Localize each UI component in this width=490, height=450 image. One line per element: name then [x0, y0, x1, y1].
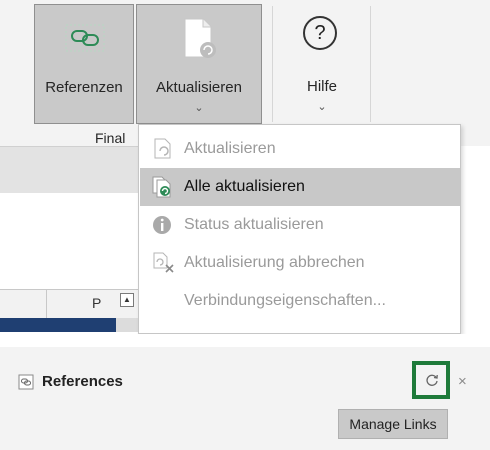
- refresh-links-button[interactable]: [412, 361, 450, 399]
- references-panel: References × Manage Links: [0, 347, 490, 450]
- scroll-track: [116, 318, 138, 332]
- ribbon-divider: [272, 6, 273, 122]
- close-icon[interactable]: ×: [458, 373, 467, 390]
- link-icon: [65, 24, 105, 52]
- sheet-toolbar-strip: [0, 146, 138, 193]
- help-button[interactable]: ? Hilfe ⌄: [282, 4, 362, 124]
- menu-item-label: Alle aktualisieren: [184, 178, 305, 195]
- refresh-all-icon: [152, 176, 171, 198]
- column-divider: [46, 290, 47, 318]
- ribbon-divider: [370, 6, 371, 122]
- update-dropdown-menu: Aktualisieren Alle aktualisieren Status …: [138, 124, 461, 334]
- help-button-label: Hilfe: [306, 78, 337, 95]
- chevron-down-icon: ⌄: [194, 102, 204, 114]
- menu-item-connection-properties[interactable]: Verbindungseigenschaften...: [140, 282, 460, 320]
- update-button-label: Aktualisieren: [156, 79, 242, 96]
- menu-item-cancel-update[interactable]: Aktualisierung abbrechen: [140, 244, 460, 282]
- menu-item-label: Aktualisieren: [184, 140, 276, 157]
- panel-title: References: [42, 373, 123, 390]
- update-button[interactable]: Aktualisieren ⌄: [136, 4, 262, 124]
- menu-item-update-status[interactable]: Status aktualisieren: [140, 206, 460, 244]
- tooltip-manage-links: Manage Links: [338, 409, 448, 439]
- menu-item-update-all[interactable]: Alle aktualisieren: [140, 168, 460, 206]
- refresh-icon: [426, 374, 438, 386]
- help-icon: ?: [303, 16, 337, 50]
- group-label: Final: [95, 130, 126, 146]
- sheet-area: [0, 193, 138, 289]
- info-icon: [153, 216, 171, 234]
- refresh-doc-icon: [154, 138, 171, 159]
- menu-item-label: Aktualisierung abbrechen: [184, 254, 365, 271]
- menu-item-label: Verbindungseigenschaften...: [184, 292, 386, 309]
- references-button-label: Referenzen: [45, 79, 123, 96]
- column-letter: P: [92, 295, 102, 311]
- cancel-update-icon: [153, 252, 174, 273]
- column-header: P: [0, 289, 138, 319]
- document-refresh-icon: [184, 18, 216, 58]
- chevron-down-icon: ⌄: [317, 101, 327, 113]
- references-icon: [18, 374, 34, 390]
- references-button[interactable]: Referenzen: [34, 4, 134, 124]
- menu-item-label: Status aktualisieren: [184, 216, 324, 233]
- scroll-up-button[interactable]: ▲: [120, 293, 134, 307]
- selected-cell-bar: [0, 318, 116, 332]
- menu-item-update[interactable]: Aktualisieren: [140, 130, 460, 168]
